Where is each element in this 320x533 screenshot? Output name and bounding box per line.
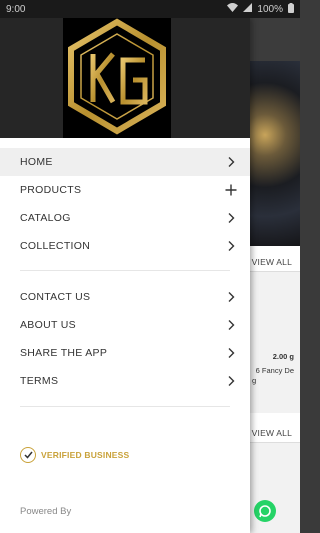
battery-icon (288, 2, 294, 16)
status-icons: 100% (227, 2, 294, 16)
drawer-menu-primary: HOME PRODUCTS CATALOG COLLECTION (0, 148, 250, 260)
drawer-header (0, 18, 250, 138)
menu-item-label: HOME (20, 156, 53, 168)
chevron-right-icon[interactable] (224, 290, 238, 304)
background-banner-image (250, 61, 300, 246)
battery-percent: 100% (257, 3, 283, 15)
status-bar: 9:00 100% (0, 0, 300, 18)
chevron-right-icon[interactable] (224, 239, 238, 253)
menu-item-contact-us[interactable]: CONTACT US (0, 283, 250, 311)
product-weight: 2.00 g (272, 352, 294, 361)
chevron-right-icon[interactable] (224, 318, 238, 332)
product-name: 6 Fancy De (255, 366, 294, 375)
product-name-line-2: g (252, 376, 257, 385)
menu-item-collection[interactable]: COLLECTION (0, 232, 250, 260)
drawer-menu-secondary: CONTACT US ABOUT US SHARE THE APP TERMS (0, 283, 250, 395)
menu-item-label: CONTACT US (20, 291, 91, 303)
whatsapp-icon (259, 505, 271, 518)
menu-item-label: CATALOG (20, 212, 71, 224)
background-header (250, 18, 300, 61)
menu-item-home[interactable]: HOME (0, 148, 250, 176)
menu-item-about-us[interactable]: ABOUT US (0, 311, 250, 339)
menu-item-label: TERMS (20, 375, 59, 387)
navigation-drawer: HOME PRODUCTS CATALOG COLLECTION CONTACT US… (0, 18, 250, 533)
chevron-right-icon[interactable] (224, 211, 238, 225)
chevron-right-icon[interactable] (224, 155, 238, 169)
menu-item-catalog[interactable]: CATALOG (0, 204, 250, 232)
menu-item-label: ABOUT US (20, 319, 76, 331)
powered-by-text: Powered By (20, 506, 72, 517)
plus-icon[interactable] (224, 183, 238, 197)
wifi-icon (227, 3, 239, 15)
menu-item-share-the-app[interactable]: SHARE THE APP (0, 339, 250, 367)
menu-item-label: COLLECTION (20, 240, 91, 252)
background-page: VIEW ALL 2.00 g 6 Fancy De g VIEW ALL (250, 18, 300, 533)
signal-icon (243, 3, 253, 15)
menu-item-label: PRODUCTS (20, 184, 82, 196)
status-time: 9:00 (6, 3, 26, 15)
view-all-link[interactable]: VIEW ALL (252, 257, 292, 267)
menu-item-label: SHARE THE APP (20, 347, 108, 359)
menu-item-products[interactable]: PRODUCTS (0, 176, 250, 204)
chevron-right-icon[interactable] (224, 374, 238, 388)
verified-business-label: VERIFIED BUSINESS (41, 450, 130, 460)
brand-logo (63, 18, 171, 138)
whatsapp-button[interactable] (254, 500, 276, 522)
menu-item-terms[interactable]: TERMS (0, 367, 250, 395)
product-card[interactable]: 2.00 g 6 Fancy De g (250, 271, 300, 413)
chevron-right-icon[interactable] (224, 346, 238, 360)
check-circle-icon (20, 447, 36, 463)
verified-business-badge: VERIFIED BUSINESS (0, 441, 250, 469)
view-all-link[interactable]: VIEW ALL (252, 428, 292, 438)
